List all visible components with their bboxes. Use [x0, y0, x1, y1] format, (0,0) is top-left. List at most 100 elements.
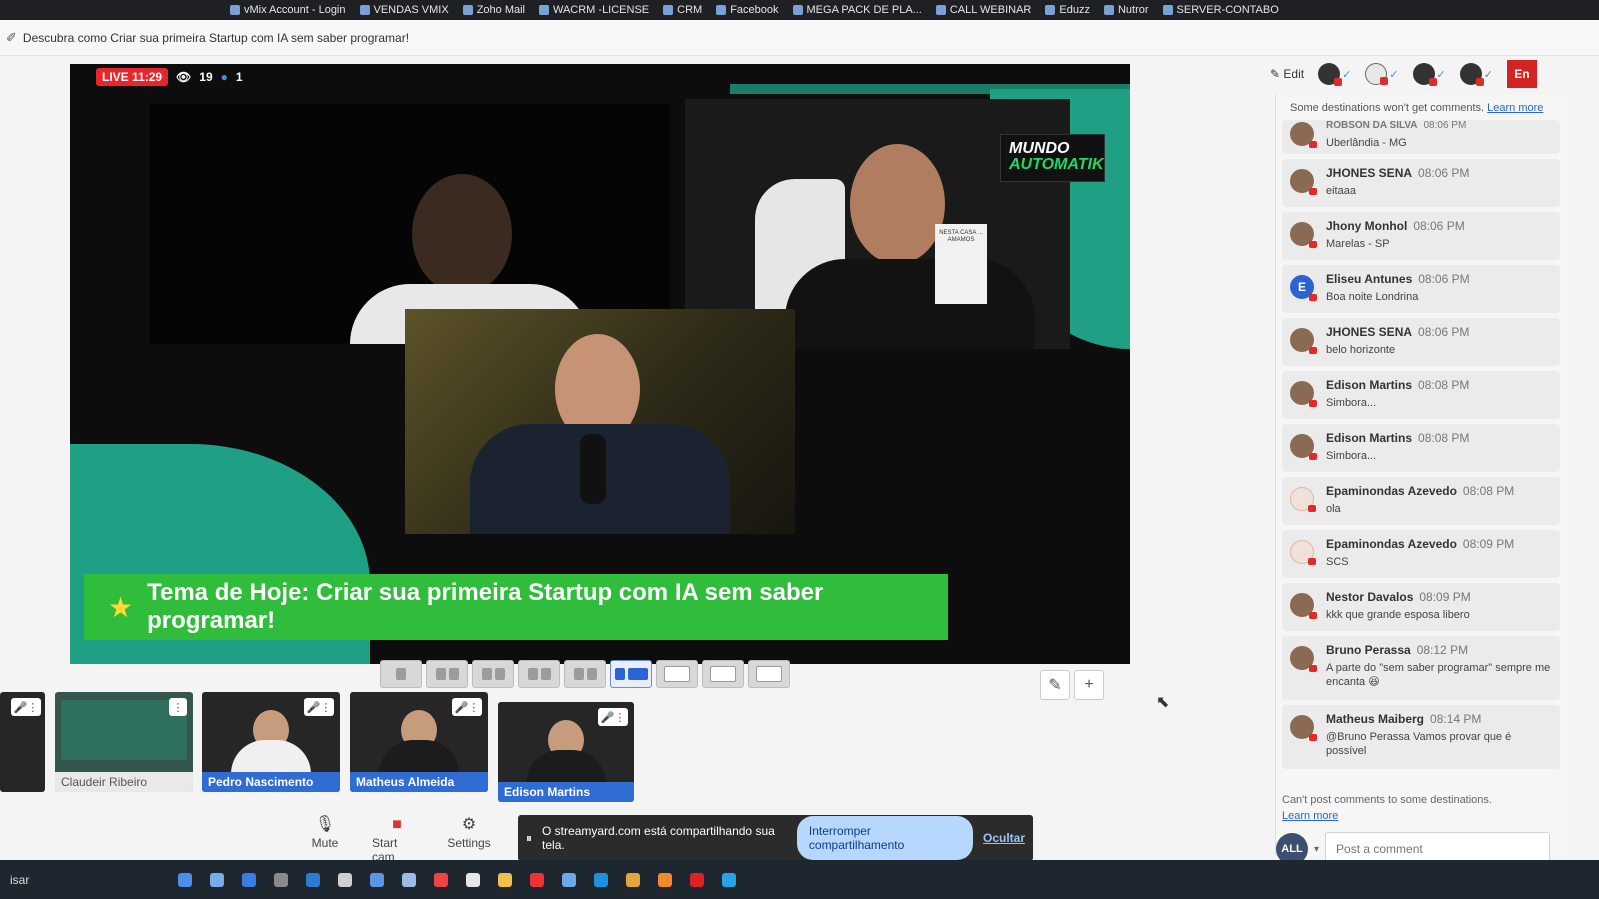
message-author: ROBSON DA SILVA 08:06 PM — [1326, 120, 1467, 131]
bookmark-call-webinar[interactable]: CALL WEBINAR — [935, 4, 1031, 16]
chat-message: JHONES SENA 08:06 PM eitaaa — [1282, 159, 1560, 207]
layout-cropped[interactable] — [656, 660, 698, 688]
eye-icon: 👁 — [176, 70, 192, 84]
comments-panel: Some destinations won't get comments. Le… — [1275, 94, 1566, 866]
message-text: A parte do "sem saber programar" sempre … — [1326, 662, 1551, 688]
layout-pip[interactable] — [610, 660, 652, 688]
taskbar-app-icon[interactable] — [690, 872, 704, 887]
bookmark-server-contabo[interactable]: SERVER-CONTABO — [1162, 4, 1279, 16]
participant-thumb[interactable]: 🎤⋮ Pedro Nascimento — [202, 692, 340, 792]
destination-3[interactable]: ✓ — [1412, 63, 1446, 86]
taskbar-app-icon[interactable] — [594, 872, 608, 887]
destination-2[interactable]: ✓ — [1365, 63, 1399, 85]
more-menu-icon[interactable]: ⋮ — [169, 698, 187, 716]
message-time: 08:08 PM — [1418, 378, 1470, 392]
bookmark-crm[interactable]: CRM — [663, 4, 702, 16]
avatar — [1290, 222, 1317, 248]
participant-thumb[interactable]: 🎤⋮ Matheus Almeida — [350, 692, 488, 792]
edit-button[interactable]: ✎ Edit — [1270, 67, 1304, 81]
taskbar-app-icon[interactable] — [658, 872, 672, 887]
comments-list[interactable]: ROBSON DA SILVA 08:06 PM Uberlândia - MG JH… — [1282, 120, 1560, 774]
learn-more-link[interactable]: Learn more — [1487, 102, 1543, 114]
taskbar-app-icon[interactable] — [466, 872, 480, 887]
bookmark-facebook[interactable]: Facebook — [716, 4, 779, 16]
destination-4[interactable]: ✓ — [1459, 63, 1493, 86]
bookmark-zoho-mail[interactable]: Zoho Mail — [462, 4, 525, 16]
taskbar-app-icon[interactable] — [530, 872, 544, 887]
layout-group[interactable] — [472, 660, 514, 688]
avatar — [1318, 63, 1343, 86]
bookmark-nutror[interactable]: Nutror — [1103, 4, 1149, 16]
taskbar-app-icon[interactable] — [274, 872, 288, 887]
taskbar-search[interactable]: isar — [10, 873, 160, 887]
folder-icon — [663, 5, 674, 15]
destination-1[interactable]: ✓ — [1318, 63, 1351, 86]
telegram-icon[interactable] — [722, 872, 736, 887]
mic-menu-icon[interactable]: 🎤⋮ — [452, 698, 482, 716]
live-status: LIVE 11:29 👁 19 ● 1 — [96, 68, 243, 86]
participant-name: Claudeir Ribeiro — [55, 772, 193, 792]
avatar — [1290, 540, 1316, 565]
participant-thumb[interactable]: 🎤⋮ Edison Martins — [498, 702, 634, 802]
avatar — [1290, 646, 1317, 672]
taskbar-app-icon[interactable] — [178, 872, 192, 887]
check-icon: ✓ — [1389, 68, 1399, 81]
participant-shoulders — [526, 750, 606, 784]
settings-button[interactable]: ⚙ Settings — [444, 814, 494, 864]
mute-button[interactable]: 🎙 Mute — [300, 814, 350, 864]
windows-icon[interactable] — [242, 872, 256, 887]
taskbar-app-icon[interactable] — [434, 872, 448, 887]
taskbar-app-icon[interactable] — [562, 872, 576, 887]
topic-banner: ★ Tema de Hoje: Criar sua primeira Start… — [84, 574, 948, 640]
mic-menu-icon[interactable]: 🎤⋮ — [304, 698, 334, 716]
layout-sidebar[interactable] — [564, 660, 606, 688]
bookmark-vendas-vmix[interactable]: VENDAS VMIX — [359, 4, 449, 16]
hide-link[interactable]: Ocultar — [983, 831, 1025, 845]
bookmark-wacrm[interactable]: WACRM -LICENSE — [538, 4, 649, 16]
pencil-icon[interactable]: ✎ — [1040, 670, 1070, 700]
vscode-icon[interactable] — [306, 872, 320, 887]
taskbar-app-icon[interactable] — [210, 872, 224, 887]
chat-message: Epaminondas Azevedo 08:08 PM ola — [1282, 477, 1560, 525]
end-broadcast-button[interactable]: En — [1506, 60, 1537, 88]
participant-name: Edison Martins — [498, 782, 634, 802]
chevron-down-icon[interactable]: ▾ — [1314, 844, 1319, 855]
layout-solo[interactable] — [380, 660, 422, 688]
wall-poster: NESTA CASA ... AMAMOS — [935, 224, 987, 304]
mic-menu-icon[interactable]: 🎤⋮ — [11, 698, 41, 716]
message-author: Jhony Monhol 08:06 PM — [1326, 219, 1465, 233]
message-time: 08:12 PM — [1416, 643, 1469, 657]
bookmark-eduzz[interactable]: Eduzz — [1045, 4, 1090, 16]
taskbar-app-icon[interactable] — [402, 872, 416, 887]
avatar — [1412, 63, 1437, 86]
message-time: 08:06 PM — [1418, 325, 1470, 339]
message-author: JHONES SENA 08:06 PM — [1326, 325, 1470, 339]
learn-more-link[interactable]: Learn more — [1282, 810, 1492, 822]
message-text: Boa noite Londrina — [1326, 291, 1419, 303]
chat-message: Bruno Perassa 08:12 PM A parte do "sem sab… — [1282, 636, 1560, 700]
mundo-automatik-logo: MUNDO AUTOMATIK — [1000, 134, 1105, 182]
bookmark-mega-pack[interactable]: MEGA PACK DE PLA... — [792, 4, 922, 16]
microphone — [580, 434, 606, 504]
taskbar-app-icon[interactable] — [370, 872, 384, 887]
participant-thumb[interactable]: ⋮ Claudeir Ribeiro — [55, 692, 193, 792]
folder-icon[interactable] — [498, 872, 512, 887]
bookmark-icon — [538, 5, 549, 15]
avatar — [1290, 381, 1317, 407]
participant-thumb-partial[interactable]: 🎤⋮ — [0, 692, 45, 792]
avatar — [1290, 434, 1317, 460]
layout-screen[interactable] — [702, 660, 744, 688]
bookmark-vmix-account[interactable]: vMix Account - Login — [230, 4, 346, 16]
mic-menu-icon[interactable]: 🎤⋮ — [598, 708, 628, 726]
taskbar-app-icon[interactable] — [338, 872, 352, 887]
layout-blank[interactable] — [748, 660, 790, 688]
chrome-icon[interactable] — [626, 872, 640, 887]
start-cam-button[interactable]: ■ Start cam — [372, 814, 422, 864]
layout-thin[interactable] — [426, 660, 468, 688]
broadcast-title[interactable]: Descubra como Criar sua primeira Startup… — [23, 31, 409, 45]
nutror-icon — [1103, 5, 1114, 15]
chat-message: E Eliseu Antunes 08:06 PM Boa noite Londrin… — [1282, 265, 1560, 313]
layout-leader[interactable] — [518, 660, 560, 688]
add-icon[interactable]: + — [1074, 670, 1104, 700]
stop-sharing-button[interactable]: Interromper compartilhamento — [796, 816, 973, 860]
